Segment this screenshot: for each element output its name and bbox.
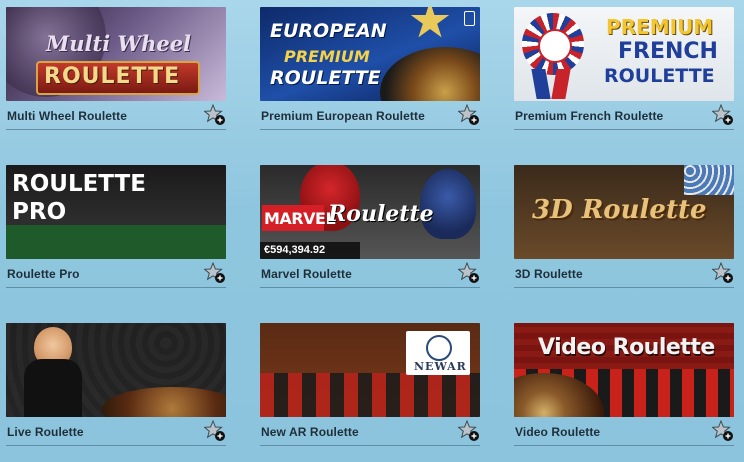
art-title-line-2: Roulette — [328, 201, 434, 227]
game-grid: Multi Wheel ROULETTE Multi Wheel Roulett… — [0, 0, 744, 462]
tile-divider — [514, 445, 734, 446]
art-title-line-1: EUROPEAN — [270, 20, 387, 42]
game-title[interactable]: 3D Roulette — [515, 267, 583, 281]
game-title[interactable]: Marvel Roulette — [261, 267, 352, 281]
tile-divider — [260, 287, 480, 288]
art-title-line-1: Video Roulette — [538, 335, 715, 360]
game-title[interactable]: New AR Roulette — [261, 425, 359, 439]
art-title-line-3: ROULETTE — [604, 65, 715, 87]
star-plus-icon[interactable] — [203, 261, 226, 284]
tile-divider — [260, 445, 480, 446]
game-tile-roulette-pro[interactable]: ROULETTE PRO Roulette Pro — [6, 158, 226, 298]
game-tile-video-roulette[interactable]: Video Roulette Video Roulette — [514, 316, 734, 456]
mobile-icon — [464, 11, 475, 26]
game-thumbnail[interactable]: 3D Roulette — [514, 165, 734, 259]
game-thumbnail[interactable]: MARVEL Roulette €594,394.92 — [260, 165, 480, 259]
game-tile-multi-wheel-roulette[interactable]: Multi Wheel ROULETTE Multi Wheel Roulett… — [6, 0, 226, 140]
game-tile-premium-french-roulette[interactable]: PREMIUM FRENCH ROULETTE Premium French R… — [514, 0, 734, 140]
tile-divider — [260, 129, 480, 130]
game-title[interactable]: Live Roulette — [7, 425, 84, 439]
tile-divider — [6, 445, 226, 446]
game-thumbnail[interactable]: NEWAR — [260, 323, 480, 417]
tile-divider — [6, 129, 226, 130]
game-tile-premium-european-roulette[interactable]: EUROPEAN PREMIUM ROULETTE Premium Europe… — [260, 0, 480, 140]
game-title[interactable]: Premium French Roulette — [515, 109, 663, 123]
game-title[interactable]: Multi Wheel Roulette — [7, 109, 127, 123]
art-title-line-1: MARVEL — [264, 209, 336, 228]
game-title[interactable]: Premium European Roulette — [261, 109, 425, 123]
art-title-line-1: Multi Wheel — [46, 31, 192, 56]
art-title-line-1: 3D Roulette — [532, 195, 707, 225]
game-thumbnail[interactable]: ROULETTE PRO — [6, 165, 226, 259]
game-thumbnail[interactable] — [6, 323, 226, 417]
game-thumbnail[interactable]: EUROPEAN PREMIUM ROULETTE — [260, 7, 480, 101]
tile-divider — [6, 287, 226, 288]
star-plus-icon[interactable] — [457, 419, 480, 442]
star-plus-icon[interactable] — [457, 103, 480, 126]
game-thumbnail[interactable]: Multi Wheel ROULETTE — [6, 7, 226, 101]
game-tile-new-ar-roulette[interactable]: NEWAR New AR Roulette — [260, 316, 480, 456]
game-thumbnail[interactable]: Video Roulette — [514, 323, 734, 417]
art-title-line-2: FRENCH — [618, 39, 718, 64]
star-plus-icon[interactable] — [203, 103, 226, 126]
star-plus-icon[interactable] — [711, 103, 734, 126]
star-plus-icon[interactable] — [457, 261, 480, 284]
game-title[interactable]: Video Roulette — [515, 425, 600, 439]
game-tile-marvel-roulette[interactable]: MARVEL Roulette €594,394.92 Marvel Roule… — [260, 158, 480, 298]
star-plus-icon[interactable] — [203, 419, 226, 442]
art-title-line-1: ROULETTE — [12, 171, 146, 197]
art-title-line-1: NEWAR — [414, 360, 467, 373]
art-title-line-3: ROULETTE — [270, 67, 381, 89]
art-title-line-1: PREMIUM — [606, 15, 714, 39]
game-title[interactable]: Roulette Pro — [7, 267, 80, 281]
art-title-line-2: PRO — [12, 199, 67, 225]
art-title-line-2: ROULETTE — [44, 64, 181, 89]
jackpot-amount: €594,394.92 — [260, 242, 360, 259]
game-tile-3d-roulette[interactable]: 3D Roulette 3D Roulette — [514, 158, 734, 298]
game-thumbnail[interactable]: PREMIUM FRENCH ROULETTE — [514, 7, 734, 101]
tile-divider — [514, 287, 734, 288]
tile-divider — [514, 129, 734, 130]
game-tile-live-roulette[interactable]: Live Roulette — [6, 316, 226, 456]
art-title-line-2: PREMIUM — [284, 47, 370, 66]
star-plus-icon[interactable] — [711, 419, 734, 442]
star-plus-icon[interactable] — [711, 261, 734, 284]
